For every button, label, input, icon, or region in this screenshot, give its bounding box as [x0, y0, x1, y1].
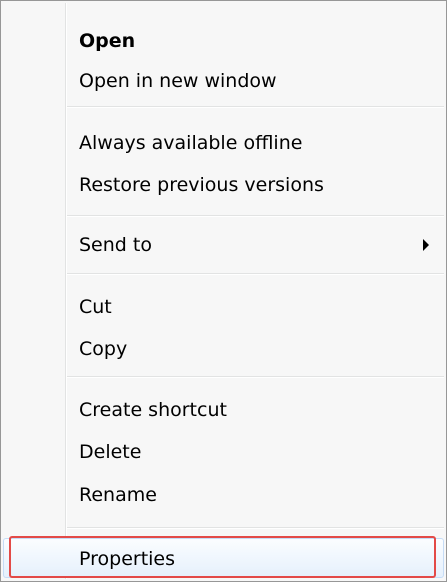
chevron-right-icon	[423, 239, 429, 251]
menu-item-label: Cut	[79, 296, 112, 318]
menu-item-cut[interactable]: Cut	[3, 287, 444, 327]
menu-separator	[67, 215, 444, 217]
menu-item-send-to[interactable]: Send to	[3, 225, 444, 265]
menu-separator	[67, 376, 444, 378]
menu-item-delete[interactable]: Delete	[3, 432, 444, 472]
menu-separator	[67, 106, 444, 108]
menu-item-label: Copy	[79, 338, 128, 360]
menu-item-restore-previous-versions[interactable]: Restore previous versions	[3, 165, 444, 205]
menu-item-create-shortcut[interactable]: Create shortcut	[3, 390, 444, 430]
context-menu: Open Open in new window Always available…	[0, 0, 447, 582]
menu-item-label: Always available offline	[79, 132, 303, 154]
menu-item-label: Rename	[79, 484, 157, 506]
menu-item-label: Send to	[79, 234, 152, 256]
menu-item-label: Delete	[79, 441, 142, 463]
menu-item-copy[interactable]: Copy	[3, 329, 444, 369]
menu-item-label: Restore previous versions	[79, 174, 324, 196]
menu-item-rename[interactable]: Rename	[3, 475, 444, 515]
menu-item-label: Properties	[79, 548, 176, 570]
menu-item-label: Open	[79, 30, 136, 52]
menu-item-label: Create shortcut	[79, 399, 227, 421]
menu-item-open[interactable]: Open	[3, 21, 444, 61]
menu-item-label: Open in new window	[79, 70, 277, 92]
menu-item-properties[interactable]: Properties	[3, 538, 444, 578]
menu-separator	[67, 273, 444, 275]
menu-item-open-in-new-window[interactable]: Open in new window	[3, 61, 444, 101]
menu-separator	[67, 527, 444, 529]
menu-item-always-available-offline[interactable]: Always available offline	[3, 123, 444, 163]
